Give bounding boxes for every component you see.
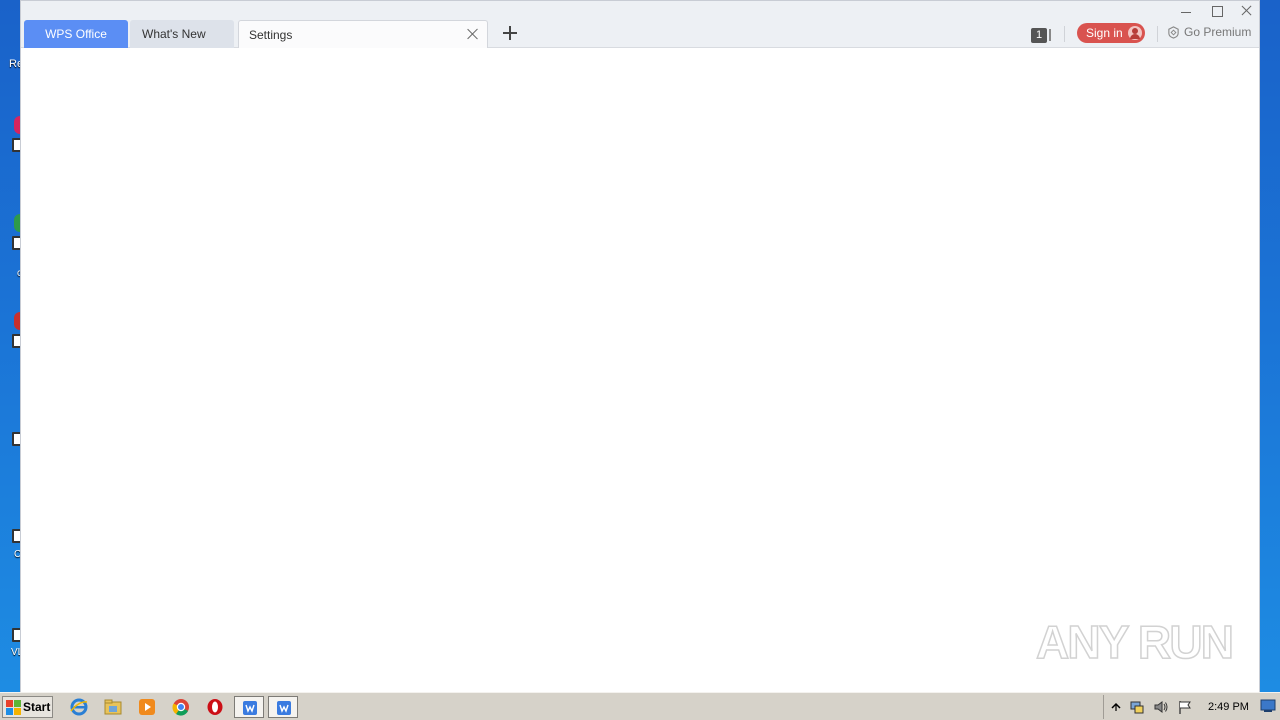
- wps-app-icon: [277, 701, 291, 715]
- divider: [1157, 26, 1158, 42]
- internet-explorer-icon[interactable]: [69, 697, 89, 717]
- title-bar: WPS Office What's New Settings 1 Sign in…: [21, 1, 1259, 48]
- action-center-flag-icon[interactable]: [1177, 699, 1193, 715]
- system-clock[interactable]: 2:49 PM: [1208, 701, 1249, 713]
- watermark-text: ANY RUN: [1036, 616, 1234, 668]
- badge-divider: [1049, 29, 1051, 41]
- tab-label: WPS Office: [45, 27, 107, 41]
- taskbar-wps-window[interactable]: [234, 696, 264, 718]
- windows-logo-icon: [6, 699, 21, 715]
- anyrun-watermark: ANY RUN: [1036, 615, 1235, 669]
- tab-label: Settings: [249, 27, 293, 42]
- taskbar: Start 2:49 PM: [0, 692, 1280, 720]
- premium-shield-icon: [1168, 25, 1179, 39]
- maximize-icon[interactable]: [1208, 3, 1224, 19]
- taskbar-wps-window[interactable]: [268, 696, 298, 718]
- show-desktop-icon[interactable]: [1260, 699, 1276, 713]
- divider: [1064, 26, 1065, 42]
- user-avatar-icon: [1128, 26, 1142, 40]
- notification-badge[interactable]: 1: [1031, 28, 1047, 43]
- show-hidden-icons-icon[interactable]: [1108, 699, 1124, 715]
- opera-icon[interactable]: [205, 697, 225, 717]
- start-button[interactable]: Start: [2, 696, 53, 718]
- media-player-icon[interactable]: [137, 697, 157, 717]
- wps-app-icon: [243, 701, 257, 715]
- close-window-icon[interactable]: [1238, 3, 1254, 19]
- go-premium-button[interactable]: Go Premium: [1167, 25, 1251, 39]
- volume-icon[interactable]: [1153, 699, 1169, 715]
- file-explorer-icon[interactable]: [103, 697, 123, 717]
- new-tab-icon[interactable]: [503, 26, 517, 40]
- wps-window: WPS Office What's New Settings 1 Sign in…: [20, 0, 1260, 692]
- desktop: Re c C VL: [0, 0, 24, 692]
- close-tab-icon[interactable]: [467, 28, 479, 40]
- settings-content-area: [21, 49, 1259, 692]
- tab-whats-new[interactable]: What's New: [130, 20, 234, 48]
- chrome-icon[interactable]: [171, 697, 191, 717]
- go-premium-label: Go Premium: [1184, 25, 1252, 39]
- network-icon[interactable]: [1129, 699, 1145, 715]
- tab-settings[interactable]: Settings: [238, 20, 488, 48]
- sign-in-label: Sign in: [1086, 26, 1123, 40]
- start-label: Start: [23, 700, 51, 714]
- tab-label: What's New: [142, 27, 206, 41]
- sign-in-button[interactable]: Sign in: [1077, 23, 1145, 43]
- minimize-icon[interactable]: [1178, 3, 1194, 19]
- tray-divider: [1103, 695, 1104, 719]
- tab-wps-office[interactable]: WPS Office: [24, 20, 128, 48]
